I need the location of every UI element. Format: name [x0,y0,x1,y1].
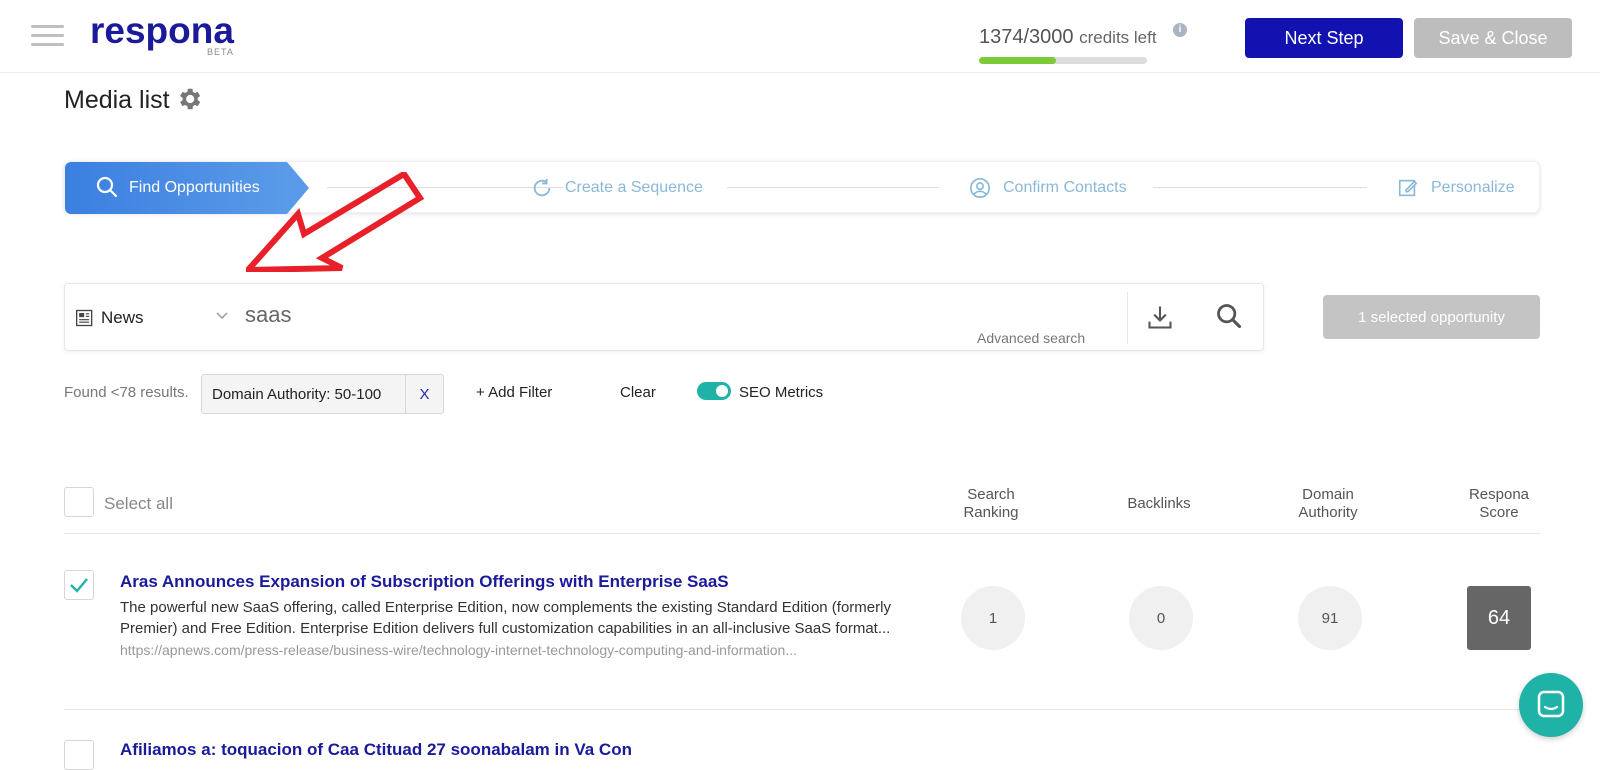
result-description: The powerful new SaaS offering, called E… [120,599,891,637]
result-url[interactable]: https://apnews.com/press-release/busines… [120,642,910,658]
gear-icon[interactable] [175,85,203,113]
chat-widget-button[interactable] [1519,673,1583,737]
selected-opportunity-button[interactable]: 1 selected opportunity [1323,295,1540,339]
app-logo[interactable]: respona [90,10,234,52]
column-header-search-ranking[interactable]: Search Ranking [941,486,1041,522]
select-all-checkbox[interactable] [64,487,94,517]
logo-badge: BETA [207,47,234,57]
filter-chip-label: Domain Authority: 50-100 [212,385,382,403]
red-arrow-annotation [246,172,425,272]
backlinks-value: 0 [1129,586,1193,650]
result-title-link[interactable]: Aras Announces Expansion of Subscription… [120,572,729,592]
credits-progress-fill [979,57,1056,64]
credits-label: credits left [1079,28,1157,47]
download-icon[interactable] [1146,303,1174,331]
filter-chip-remove-button[interactable]: X [405,375,443,413]
refresh-icon [533,178,551,197]
divider [1127,292,1128,344]
table-row: Aras Announces Expansion of Subscription… [64,560,1540,710]
select-all-label: Select all [104,494,173,513]
next-step-button[interactable]: Next Step [1245,18,1403,58]
search-ranking-value: 1 [961,586,1025,650]
column-header-domain-authority[interactable]: Domain Authority [1278,486,1378,522]
result-title-link[interactable]: Afiliamos a: toquacion of Caa Ctituad 27… [120,740,632,760]
top-bar: respona BETA 1374/3000 credits left i Ne… [0,0,1600,73]
step-label: Personalize [1431,179,1515,196]
step-label: Find Opportunities [129,179,260,196]
domain-authority-value: 91 [1298,586,1362,650]
credits-display: 1374/3000 credits left [979,26,1157,49]
row-checkbox[interactable] [64,740,94,770]
column-header-respona-score[interactable]: Respona Score [1449,486,1549,522]
credits-progress-bar [979,57,1147,64]
search-icon [96,176,118,198]
respona-score-badge: 64 [1467,586,1531,650]
source-select[interactable]: News [75,300,235,336]
step-label: Confirm Contacts [1003,179,1127,196]
seo-metrics-label: SEO Metrics [739,384,824,401]
newspaper-icon [76,309,93,327]
step-confirm-contacts[interactable]: Confirm Contacts [969,162,1127,214]
step-connector [727,187,939,188]
edit-icon [1398,179,1418,197]
page-title: Media list [64,86,170,114]
step-connector [1153,187,1367,188]
seo-metrics-toggle[interactable] [697,382,731,400]
search-box: News Advanced search [64,283,1264,351]
user-circle-icon [970,178,990,198]
menu-icon[interactable] [31,25,64,47]
step-personalize[interactable]: Personalize [1397,162,1515,214]
clear-filters-button[interactable]: Clear [620,384,656,401]
filter-chip-domain-authority: Domain Authority: 50-100 X [201,374,444,414]
credits-count: 1374/3000 [979,26,1074,48]
save-close-button[interactable]: Save & Close [1414,18,1572,58]
row-checkbox[interactable] [64,570,94,600]
checkmark-icon [70,578,88,593]
advanced-search-link[interactable]: Advanced search [977,330,1085,346]
chevron-down-icon [216,312,228,320]
step-label: Create a Sequence [565,179,703,196]
add-filter-button[interactable]: + Add Filter [476,384,552,401]
column-header-backlinks[interactable]: Backlinks [1109,495,1209,513]
search-icon[interactable] [1215,302,1243,330]
chat-icon [1537,690,1565,718]
search-input[interactable] [245,298,1105,332]
source-select-value: News [101,308,144,327]
table-header: Select all Search Ranking Backlinks Doma… [64,478,1540,534]
results-count: Found <78 results. [64,384,189,401]
info-icon[interactable]: i [1173,23,1187,37]
step-create-sequence[interactable]: Create a Sequence [531,162,703,214]
